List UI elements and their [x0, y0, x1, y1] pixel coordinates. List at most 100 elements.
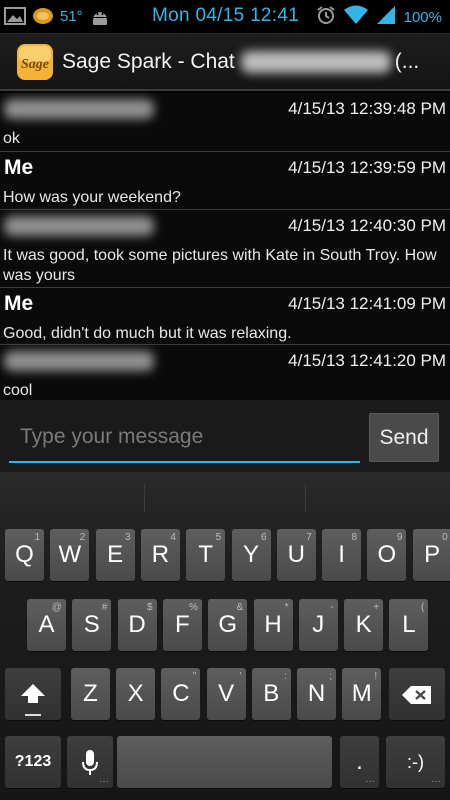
period-label: .	[356, 748, 363, 775]
key-w[interactable]: W2	[50, 529, 90, 581]
message-timestamp: 4/15/13 12:39:48 PM	[288, 99, 446, 118]
key-label: I	[338, 541, 345, 568]
redacted-sender-name	[4, 216, 154, 236]
key-hint: %	[188, 602, 198, 613]
message-timestamp: 4/15/13 12:40:30 PM	[288, 216, 446, 235]
key-label: B	[263, 680, 280, 707]
key-b[interactable]: B:	[251, 668, 291, 720]
wifi-icon	[343, 5, 368, 30]
message-timestamp: 4/15/13 12:39:59 PM	[288, 158, 446, 177]
voice-input-key[interactable]: …	[67, 736, 113, 788]
message-timestamp: 4/15/13 12:41:20 PM	[288, 351, 446, 370]
suggestion-divider	[305, 484, 306, 512]
key-m[interactable]: M!	[342, 668, 382, 720]
key-n[interactable]: N;	[297, 668, 336, 720]
key-c[interactable]: C "	[161, 668, 201, 720]
alarm-icon	[316, 5, 336, 30]
shift-key[interactable]	[5, 668, 61, 720]
key-label: M	[351, 680, 372, 707]
key-t[interactable]: T5	[186, 529, 226, 581]
key-more-dots: …	[431, 774, 441, 785]
key-e[interactable]: E3	[95, 529, 135, 581]
key-u[interactable]: U7	[276, 529, 316, 581]
key-v[interactable]: V '	[206, 668, 246, 720]
redacted-sender-name	[4, 99, 154, 119]
key-hint: ;	[329, 671, 332, 682]
key-j[interactable]: J-	[298, 599, 338, 651]
key-label: V	[218, 680, 235, 707]
key-h[interactable]: H *	[253, 599, 293, 651]
key-hint: !	[374, 671, 378, 682]
key-label: P	[424, 541, 441, 568]
key-hint: &	[236, 602, 244, 613]
key-label: R	[151, 541, 170, 568]
smiley-key[interactable]: :-) …	[386, 736, 445, 788]
system-icons: 100%	[316, 5, 442, 30]
key-d[interactable]: D $	[117, 599, 157, 651]
send-button[interactable]: Send	[369, 413, 439, 462]
key-hint: -	[330, 602, 334, 613]
suggestion-divider	[144, 484, 145, 512]
message-sender: Me	[4, 156, 34, 179]
chat-message-list[interactable]: 4/15/13 12:39:48 PM ok Me 4/15/13 12:39:…	[0, 93, 450, 400]
key-hint: $	[147, 602, 153, 613]
key-q[interactable]: Q1	[5, 529, 44, 581]
key-label: G	[218, 611, 238, 638]
key-f[interactable]: F%	[162, 599, 202, 651]
key-hint: 9	[396, 532, 403, 543]
key-s[interactable]: S #	[72, 599, 112, 651]
soft-keyboard: ?123 … . … :-) … Q 1 W 2 E 3 R 4 T 5 Y 6 U 7 I 8 O 9 P 0 A @ S…	[0, 472, 450, 800]
action-bar: Sage Sage Spark - Chat (...	[0, 33, 450, 91]
message-input[interactable]	[9, 413, 360, 463]
key-p[interactable]: P0	[412, 529, 450, 581]
action-bar-divider	[0, 89, 450, 91]
key-hint: "	[192, 671, 197, 682]
microphone-icon	[82, 749, 98, 775]
chat-message[interactable]: 4/15/13 12:41:20 PM cool	[0, 345, 450, 400]
notification-icons: 51°	[4, 5, 111, 27]
title-suffix: (...	[394, 50, 420, 73]
status-bar: 51° Mon 04/15 12:41 100%	[0, 0, 450, 33]
key-y[interactable]: Y6	[231, 529, 271, 581]
key-i[interactable]: I8	[322, 529, 362, 581]
key-label: K	[355, 611, 372, 638]
message-timestamp: 4/15/13 12:41:09 PM	[288, 294, 446, 313]
signal-icon	[376, 5, 396, 30]
key-x[interactable]: X	[116, 668, 156, 720]
symbols-key[interactable]: ?123	[5, 736, 61, 788]
period-key[interactable]: . …	[340, 736, 379, 788]
key-label: L	[402, 611, 416, 638]
spacebar-key[interactable]	[117, 736, 332, 788]
key-hint: 4	[170, 532, 176, 543]
suggestion-strip[interactable]	[0, 472, 450, 522]
message-text: How was your weekend?	[3, 189, 181, 206]
sage-logo-icon[interactable]: Sage	[16, 43, 54, 81]
key-label: Q	[15, 541, 34, 568]
key-hint: *	[284, 602, 289, 613]
chat-message[interactable]: Me 4/15/13 12:41:09 PM Good, didn't do m…	[0, 288, 450, 345]
key-label: S	[83, 611, 100, 638]
key-z[interactable]: Z	[71, 668, 110, 720]
key-g[interactable]: G &	[208, 599, 248, 651]
picture-icon	[4, 6, 26, 26]
key-hint: 5	[215, 532, 222, 543]
message-text: Good, didn't do much but it was relaxing…	[3, 325, 292, 342]
key-r[interactable]: R4	[140, 529, 180, 581]
backspace-key[interactable]	[389, 668, 445, 720]
message-text: ok	[3, 130, 20, 147]
chat-message[interactable]: 4/15/13 12:40:30 PM It was good, took so…	[0, 210, 450, 288]
chat-message[interactable]: Me 4/15/13 12:39:59 PM How was your week…	[0, 152, 450, 210]
key-l[interactable]: L(	[389, 599, 429, 651]
key-o[interactable]: O9	[367, 529, 407, 581]
chat-message[interactable]: 4/15/13 12:39:48 PM ok	[0, 93, 450, 152]
key-k[interactable]: K +	[344, 599, 384, 651]
key-hint: (	[421, 602, 425, 613]
key-label: F	[175, 611, 190, 638]
key-a[interactable]: A @	[27, 599, 66, 651]
key-hint: 3	[125, 532, 131, 543]
key-label: D	[128, 611, 146, 638]
key-hint: :	[284, 671, 287, 682]
key-label: U	[287, 541, 305, 568]
key-more-dots: …	[365, 774, 375, 785]
key-label: E	[107, 541, 124, 568]
